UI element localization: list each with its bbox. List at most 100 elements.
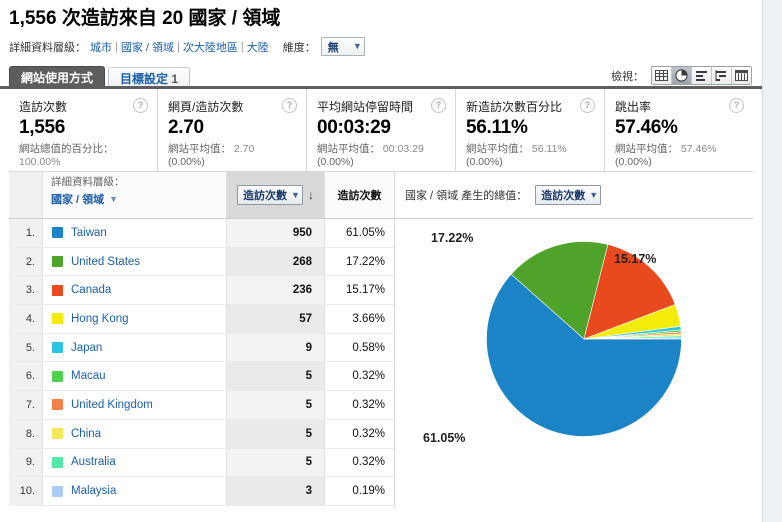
series-color-swatch xyxy=(52,428,63,440)
row-country-link[interactable]: Taiwan xyxy=(71,227,107,239)
metric-card-avg-time: 平均網站停留時間 00:03:29 網站平均值： 00:03:29 (0.00%… xyxy=(307,89,456,171)
pivot-view-icon[interactable] xyxy=(732,67,751,84)
row-percent: 0.32% xyxy=(324,362,394,391)
series-color-swatch xyxy=(52,485,63,497)
row-country-link[interactable]: Macau xyxy=(71,370,106,382)
table-header-row: 詳細資料層級： 國家 / 領域 ▼ 造訪次數 ▼ ↓ 造訪次數 xyxy=(9,172,394,219)
row-index: 1. xyxy=(9,219,43,247)
help-icon[interactable]: ? xyxy=(133,98,148,113)
row-dimension: Canada xyxy=(43,276,226,305)
row-dimension: Japan xyxy=(43,333,226,362)
bar-view-icon[interactable] xyxy=(692,67,712,84)
row-country-link[interactable]: Hong Kong xyxy=(71,313,129,325)
view-switcher: 檢視： xyxy=(611,66,752,85)
dimension-select[interactable]: 無 ▼ xyxy=(320,37,365,56)
row-index: 3. xyxy=(9,276,43,305)
metric-bounce-sub-label: 網站平均值： xyxy=(615,143,678,155)
row-percent: 61.05% xyxy=(324,219,394,247)
row-index: 9. xyxy=(9,448,43,477)
pie-view-icon[interactable] xyxy=(672,67,692,84)
chart-title-label: 國家 / 領域 產生的總值： xyxy=(405,190,528,202)
table-row[interactable]: 8. China 5 0.32% xyxy=(9,419,394,449)
row-index: 8. xyxy=(9,419,43,448)
metric-newvisits-sub-extra: (0.00%) xyxy=(466,156,503,168)
chart-metric-select[interactable]: 造訪次數 ▼ xyxy=(535,185,602,205)
metric-pages-sub-extra: (0.00%) xyxy=(168,156,205,168)
sort-metric-value: 造訪次數 xyxy=(243,190,288,202)
metric-newvisits-sub: 網站平均值： 56.11% (0.00%) xyxy=(466,143,594,169)
metrics-strip: 造訪次數 1,556 網站總值的百分比： 100.00% ? 網頁/造訪次數 2… xyxy=(9,89,753,172)
row-country-link[interactable]: Canada xyxy=(71,284,111,296)
tab-goals-label: 目標設定 xyxy=(120,72,169,86)
help-icon[interactable]: ? xyxy=(282,98,297,113)
row-country-link[interactable]: Australia xyxy=(71,456,116,468)
crumb-separator: | xyxy=(177,40,180,53)
row-country-link[interactable]: Malaysia xyxy=(71,485,116,497)
page-content: 1,556 次造訪來自 20 國家 / 領域 詳細資料層級： 城市 | 國家 /… xyxy=(0,0,771,522)
table-row[interactable]: 7. United Kingdom 5 0.32% xyxy=(9,391,394,420)
table-row[interactable]: 4. Hong Kong 57 3.66% xyxy=(9,305,394,334)
analytics-page: 1,556 次造訪來自 20 國家 / 領域 詳細資料層級： 城市 | 國家 /… xyxy=(0,0,782,522)
crumb-separator: | xyxy=(115,40,118,53)
help-icon[interactable]: ? xyxy=(580,98,595,113)
table-row[interactable]: 10. Malaysia 3 0.19% xyxy=(9,477,394,506)
detail-level-country[interactable]: 國家 / 領域 xyxy=(121,39,174,55)
table-row[interactable]: 3. Canada 236 15.17% xyxy=(9,276,394,306)
pie-chart-panel: 國家 / 領域 產生的總值： 造訪次數 ▼ 17.22% 15.17% 61.05% xyxy=(395,172,753,507)
row-dimension: Taiwan xyxy=(43,219,226,247)
row-percent: 15.17% xyxy=(324,276,394,305)
detail-level-city[interactable]: 城市 xyxy=(90,39,112,55)
table-row[interactable]: 6. Macau 5 0.32% xyxy=(9,362,394,392)
right-gutter xyxy=(762,0,782,522)
series-color-swatch xyxy=(52,256,63,268)
pie-slice-label: 15.17% xyxy=(614,252,657,266)
metric-visits-value: 1,556 xyxy=(19,117,66,138)
row-index: 4. xyxy=(9,305,43,333)
row-visits: 5 xyxy=(226,419,324,448)
table-row[interactable]: 9. Australia 5 0.32% xyxy=(9,448,394,478)
row-index: 5. xyxy=(9,333,43,362)
table-row[interactable]: 5. Japan 9 0.58% xyxy=(9,333,394,363)
help-icon[interactable]: ? xyxy=(729,98,744,113)
row-country-link[interactable]: United States xyxy=(71,256,140,268)
help-icon[interactable]: ? xyxy=(431,98,446,113)
table-body: 1. Taiwan 950 61.05% 2. United States 268 17.22… xyxy=(9,219,394,506)
row-percent: 0.58% xyxy=(324,333,394,362)
detail-level-continent[interactable]: 大陸 xyxy=(247,39,269,55)
row-country-link[interactable]: United Kingdom xyxy=(71,399,153,411)
row-dimension: China xyxy=(43,419,226,448)
metric-card-new-visits: 新造訪次數百分比 56.11% 網站平均值： 56.11% (0.00%) ? xyxy=(456,89,605,171)
metric-visits-sub: 網站總值的百分比： 100.00% xyxy=(19,143,147,169)
tab-bar: 網站使用方式 目標設定 1 檢視： xyxy=(0,65,771,89)
comparison-view-icon[interactable] xyxy=(712,67,732,84)
row-visits: 5 xyxy=(226,391,324,419)
table-row[interactable]: 2. United States 268 17.22% xyxy=(9,247,394,277)
sort-metric-select[interactable]: 造訪次數 ▼ xyxy=(237,185,303,205)
pie-chart[interactable] xyxy=(486,241,682,437)
metric-pages-value: 2.70 xyxy=(168,117,204,138)
metric-pages-name: 網頁/造訪次數 xyxy=(168,100,244,114)
table-view-icon[interactable] xyxy=(652,67,672,84)
dimension-label: 維度： xyxy=(282,41,316,54)
row-country-link[interactable]: Japan xyxy=(71,342,102,354)
series-color-swatch xyxy=(52,456,63,468)
metric-bounce-sub-value: 57.46% xyxy=(680,143,717,155)
series-color-swatch xyxy=(52,313,63,325)
detail-level-subcontinent[interactable]: 次大陸地區 xyxy=(183,39,238,55)
dimension-selector-label: 國家 / 領域 xyxy=(51,194,105,206)
row-visits: 5 xyxy=(226,362,324,391)
table-header-dimension: 詳細資料層級： 國家 / 領域 ▼ xyxy=(43,172,226,218)
metric-pages-sub-label: 網站平均值： xyxy=(168,143,231,155)
dimension-selector[interactable]: 國家 / 領域 ▼ xyxy=(51,191,118,207)
metric-bounce-sub: 網站平均值： 57.46% (0.00%) xyxy=(615,143,743,169)
series-color-swatch xyxy=(52,342,63,354)
sort-direction-icon[interactable]: ↓ xyxy=(308,189,314,201)
tab-goals-badge: 1 xyxy=(171,72,179,86)
metric-card-pages-per-visit: 網頁/造訪次數 2.70 網站平均值： 2.70 (0.00%) ? xyxy=(158,89,307,171)
table-row[interactable]: 1. Taiwan 950 61.05% xyxy=(9,219,394,248)
row-percent: 0.19% xyxy=(324,477,394,505)
row-country-link[interactable]: China xyxy=(71,428,101,440)
metric-pages-sub: 網站平均值： 2.70 (0.00%) xyxy=(168,143,296,169)
row-percent: 0.32% xyxy=(324,419,394,448)
metric-time-sub: 網站平均值： 00:03:29 (0.00%) xyxy=(317,143,445,169)
